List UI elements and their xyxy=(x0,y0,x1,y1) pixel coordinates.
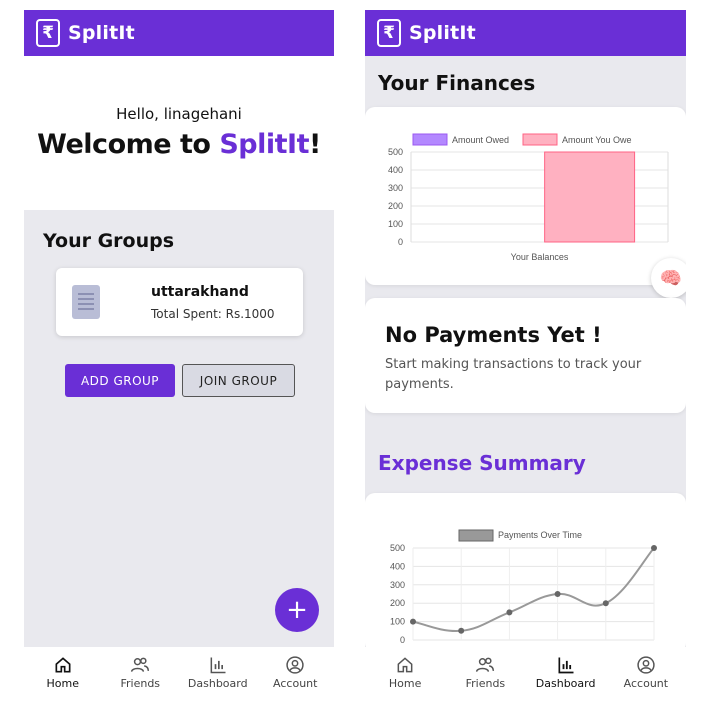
y-tick-label: 200 xyxy=(390,598,405,608)
app-title: SplitIt xyxy=(68,22,135,44)
rupee-receipt-icon: ₹ xyxy=(36,19,60,47)
group-card[interactable]: uttarakhand Total Spent: Rs.1000 xyxy=(56,268,303,336)
y-tick-label: 200 xyxy=(388,201,403,211)
y-tick-label: 500 xyxy=(388,147,403,157)
nav-account[interactable]: Account xyxy=(257,647,335,697)
expense-line-chart: Payments Over Time0100200300400500Januar… xyxy=(390,529,664,658)
y-tick-label: 300 xyxy=(390,580,405,590)
home-screen: ₹ SplitIt Hello, linagehani Welcome to S… xyxy=(24,10,334,697)
expense-chart-card: Payments Over Time0100200300400500Januar… xyxy=(365,493,686,658)
nav-friends[interactable]: Friends xyxy=(445,647,525,697)
rupee-receipt-icon: ₹ xyxy=(377,19,401,47)
welcome-brand: SplitIt xyxy=(219,129,309,160)
add-fab-button[interactable]: + xyxy=(275,588,319,632)
friends-icon xyxy=(476,657,495,672)
welcome-suffix: ! xyxy=(308,129,321,160)
finances-chart-card: Amount Owed Amount You Owe 0 100 200 300 400 50… xyxy=(365,107,686,285)
legend-label: Amount Owed xyxy=(452,135,509,145)
nav-label: Account xyxy=(273,676,318,690)
y-tick-label: 0 xyxy=(398,237,403,247)
group-total-spent: Total Spent: Rs.1000 xyxy=(151,307,275,321)
nav-label: Dashboard xyxy=(535,676,596,690)
finances-heading: Your Finances xyxy=(378,71,536,95)
welcome-prefix: Welcome to xyxy=(37,129,220,160)
welcome-card: Hello, linagehani Welcome to SplitIt! xyxy=(24,56,334,210)
y-tick-label: 500 xyxy=(390,543,405,553)
y-tick-label: 100 xyxy=(390,617,405,627)
x-tick-label: Your Balances xyxy=(511,252,569,262)
nav-label: Dashboard xyxy=(187,676,248,690)
nav-dashboard[interactable]: Dashboard xyxy=(179,647,257,697)
welcome-title: Welcome to SplitIt! xyxy=(24,129,334,160)
group-name: uttarakhand xyxy=(151,284,249,300)
nav-home[interactable]: Home xyxy=(24,647,102,697)
add-group-button[interactable]: ADD GROUP xyxy=(65,364,175,397)
receipt-icon xyxy=(72,285,100,319)
data-point xyxy=(651,545,657,551)
nav-dashboard[interactable]: Dashboard xyxy=(526,647,606,697)
nav-label: Account xyxy=(623,676,669,690)
app-title: SplitIt xyxy=(409,22,476,44)
friends-icon xyxy=(131,657,150,672)
bottom-nav: Home Friends Dashboard Account xyxy=(365,647,686,697)
y-tick-label: 100 xyxy=(388,219,403,229)
groups-heading: Your Groups xyxy=(43,230,175,252)
dashboard-icon xyxy=(210,657,226,673)
brain-assistant-button[interactable]: 🧠 xyxy=(651,258,686,298)
data-point xyxy=(554,591,561,597)
nav-home[interactable]: Home xyxy=(365,647,445,697)
join-group-button[interactable]: JOIN GROUP xyxy=(182,364,295,397)
nav-label: Home xyxy=(388,676,422,690)
nav-label: Home xyxy=(46,676,79,690)
app-header: ₹ SplitIt xyxy=(365,10,686,56)
finances-bar-chart: Amount Owed Amount You Owe 0 100 200 300 400 50… xyxy=(388,133,669,262)
y-tick-label: 400 xyxy=(388,165,403,175)
data-point xyxy=(602,600,609,607)
expense-summary-heading: Expense Summary xyxy=(378,451,586,475)
legend-label: Amount You Owe xyxy=(562,135,632,145)
nav-friends[interactable]: Friends xyxy=(102,647,180,697)
legend-label: Payments Over Time xyxy=(498,530,582,540)
no-payments-title: No Payments Yet ! xyxy=(385,323,602,347)
y-tick-label: 300 xyxy=(388,183,403,193)
y-tick-label: 0 xyxy=(400,635,405,645)
bottom-nav: Home Friends Dashboard Account xyxy=(24,647,334,697)
nav-label: Friends xyxy=(465,676,506,690)
nav-label: Friends xyxy=(120,676,161,690)
home-icon xyxy=(55,656,71,672)
account-icon xyxy=(637,655,655,674)
series-line xyxy=(412,547,655,633)
data-point xyxy=(458,627,465,634)
no-payments-text: Start making transactions to track your … xyxy=(385,357,642,392)
app-header: ₹ SplitIt xyxy=(24,10,334,56)
brain-icon: 🧠 xyxy=(659,267,683,289)
legend-swatch xyxy=(458,529,494,542)
nav-account[interactable]: Account xyxy=(606,647,686,697)
greeting: Hello, linagehani xyxy=(116,105,242,123)
data-point xyxy=(506,609,513,616)
account-icon xyxy=(286,655,304,674)
legend-swatch xyxy=(412,133,448,146)
legend-swatch xyxy=(522,133,558,146)
y-tick-label: 400 xyxy=(390,561,405,571)
bar xyxy=(544,151,636,243)
data-point xyxy=(410,618,416,625)
home-icon xyxy=(397,656,413,672)
dashboard-icon xyxy=(558,657,574,673)
no-payments-card: No Payments Yet ! Start making transacti… xyxy=(365,298,686,413)
dashboard-screen: ₹ SplitIt Your Finances Amount Owed Amoun… xyxy=(365,10,686,697)
